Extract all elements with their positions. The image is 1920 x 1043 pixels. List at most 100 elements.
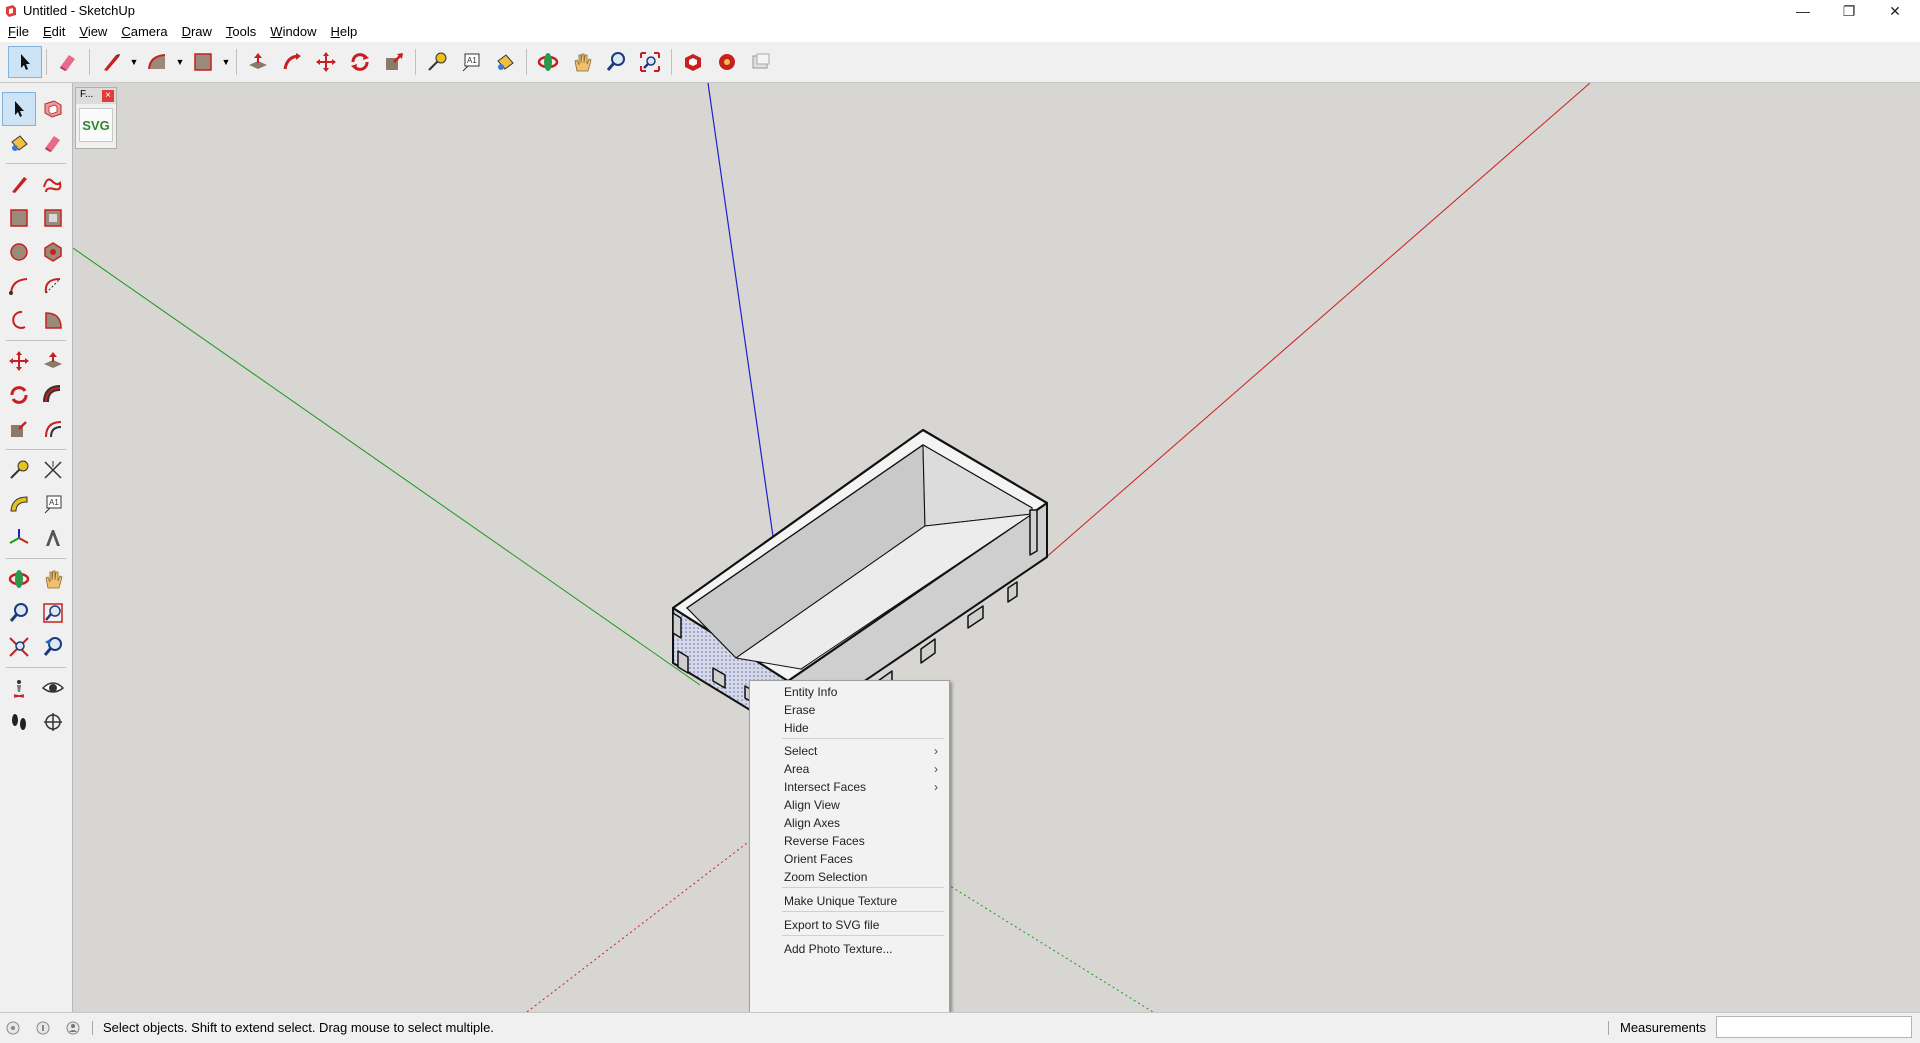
menu-camera[interactable]: Camera — [113, 22, 173, 42]
tool-push-pull-button[interactable] — [241, 46, 275, 78]
arc-dropdown-button[interactable]: ▼ — [174, 46, 186, 78]
geo-location-icon[interactable] — [6, 1021, 20, 1035]
lt-section-plane-button[interactable] — [36, 705, 70, 739]
panel-close-icon[interactable]: × — [102, 90, 114, 102]
rotate-icon — [10, 386, 28, 404]
lt-2point-arc-button[interactable] — [36, 269, 70, 303]
3d-warehouse-button[interactable] — [676, 46, 710, 78]
tool-scale-button[interactable] — [377, 46, 411, 78]
menu-item-add-photo-texture[interactable]: Add Photo Texture... — [751, 939, 948, 961]
menu-item-hide[interactable]: Hide — [751, 718, 948, 740]
tool-orbit-button[interactable] — [531, 46, 565, 78]
menu-view[interactable]: View — [71, 22, 113, 42]
rectangle-dropdown-button[interactable]: ▼ — [220, 46, 232, 78]
measurements-input[interactable] — [1716, 1016, 1912, 1038]
3d-text-icon — [46, 530, 60, 546]
menu-item-zoom-selection[interactable]: Zoom Selection — [751, 867, 948, 889]
svg-export-button[interactable]: SVG — [79, 108, 113, 142]
lt-make-component-button[interactable] — [36, 92, 70, 126]
close-button[interactable]: ✕ — [1872, 0, 1918, 22]
lt-polygon-button[interactable] — [36, 235, 70, 269]
menu-item-make-unique-texture[interactable]: Make Unique Texture — [751, 891, 948, 913]
lt-freehand-button[interactable] — [36, 167, 70, 201]
follow-me-icon — [283, 53, 301, 70]
rotate-icon — [351, 53, 369, 71]
lt-tape-measure-button[interactable] — [2, 453, 36, 487]
lt-zoom-button[interactable] — [2, 596, 36, 630]
minimize-button[interactable]: — — [1780, 0, 1826, 22]
push-pull-icon — [249, 53, 267, 69]
lt-orbit-button[interactable] — [2, 562, 36, 596]
modeling-viewport[interactable] — [73, 83, 1920, 1012]
panel-header[interactable]: F... × — [76, 88, 116, 104]
credits-icon[interactable] — [36, 1021, 50, 1035]
lt-zoom-extents-button[interactable] — [2, 630, 36, 664]
tool-text-button[interactable]: A1 — [454, 46, 488, 78]
text-icon: A1 — [462, 53, 480, 72]
tool-pan-button[interactable] — [565, 46, 599, 78]
lt-walk-button[interactable] — [2, 705, 36, 739]
lt-axes-button[interactable] — [2, 521, 36, 555]
menu-edit[interactable]: Edit — [35, 22, 71, 42]
tool-arc-button[interactable] — [140, 46, 174, 78]
restore-button[interactable]: ❐ — [1826, 0, 1872, 22]
menu-separator — [782, 935, 944, 936]
lt-line-button[interactable] — [2, 167, 36, 201]
user-account-icon[interactable] — [66, 1021, 80, 1035]
extension-warehouse-button[interactable] — [710, 46, 744, 78]
lt-select-button[interactable] — [2, 92, 36, 126]
menu-tools[interactable]: Tools — [218, 22, 262, 42]
tool-eraser-button[interactable] — [51, 46, 85, 78]
lt-offset-button[interactable] — [36, 412, 70, 446]
menu-window[interactable]: Window — [262, 22, 322, 42]
chevron-down-icon: ▼ — [175, 57, 185, 67]
menu-item-label: Add Photo Texture... — [784, 942, 893, 956]
lt-protractor-button[interactable] — [2, 487, 36, 521]
lt-arc-button[interactable] — [2, 269, 36, 303]
lt-move-button[interactable] — [2, 344, 36, 378]
tool-rotate-button[interactable] — [343, 46, 377, 78]
lt-dimension-button[interactable] — [36, 453, 70, 487]
lt-text-button[interactable]: A1 — [36, 487, 70, 521]
menu-separator — [782, 738, 944, 739]
lt-push-pull-button[interactable] — [36, 344, 70, 378]
circle-icon — [10, 243, 28, 261]
lt-follow-me-button[interactable] — [36, 378, 70, 412]
lt-position-camera-button[interactable] — [2, 671, 36, 705]
lt-previous-view-button[interactable] — [36, 630, 70, 664]
menu-item-export-svg[interactable]: Export to SVG file — [751, 915, 948, 937]
lt-scale-button[interactable] — [2, 412, 36, 446]
menu-help[interactable]: Help — [323, 22, 364, 42]
tool-zoom-extents-button[interactable] — [633, 46, 667, 78]
lt-rectangle-button[interactable] — [2, 201, 36, 235]
lt-rotated-rectangle-button[interactable] — [36, 201, 70, 235]
tool-tape-measure-button[interactable] — [420, 46, 454, 78]
lt-pan-button[interactable] — [36, 562, 70, 596]
scene-canvas — [73, 83, 1591, 1012]
tool-move-button[interactable] — [309, 46, 343, 78]
tool-rectangle-button[interactable] — [186, 46, 220, 78]
menu-draw[interactable]: Draw — [174, 22, 218, 42]
tool-select-button[interactable] — [8, 46, 42, 78]
lt-3point-arc-button[interactable] — [2, 303, 36, 337]
tool-paint-bucket-button[interactable] — [488, 46, 522, 78]
toolbar-separator — [89, 49, 90, 75]
lt-3d-text-button[interactable] — [36, 521, 70, 555]
tool-follow-me-button[interactable] — [275, 46, 309, 78]
menu-file[interactable]: File — [0, 22, 35, 42]
lt-circle-button[interactable] — [2, 235, 36, 269]
lt-rotate-button[interactable] — [2, 378, 36, 412]
rectangle-icon — [10, 209, 28, 227]
zoom-icon — [606, 52, 625, 71]
lt-zoom-window-button[interactable] — [36, 596, 70, 630]
dimension-icon — [44, 461, 62, 479]
lt-look-around-button[interactable] — [36, 671, 70, 705]
line-dropdown-button[interactable]: ▼ — [128, 46, 140, 78]
send-to-layout-button[interactable] — [744, 46, 778, 78]
lt-paint-bucket-button[interactable] — [2, 126, 36, 160]
lt-eraser-button[interactable] — [36, 126, 70, 160]
tool-zoom-button[interactable] — [599, 46, 633, 78]
lt-pie-button[interactable] — [36, 303, 70, 337]
polygon-icon — [44, 242, 62, 262]
tool-line-button[interactable] — [94, 46, 128, 78]
